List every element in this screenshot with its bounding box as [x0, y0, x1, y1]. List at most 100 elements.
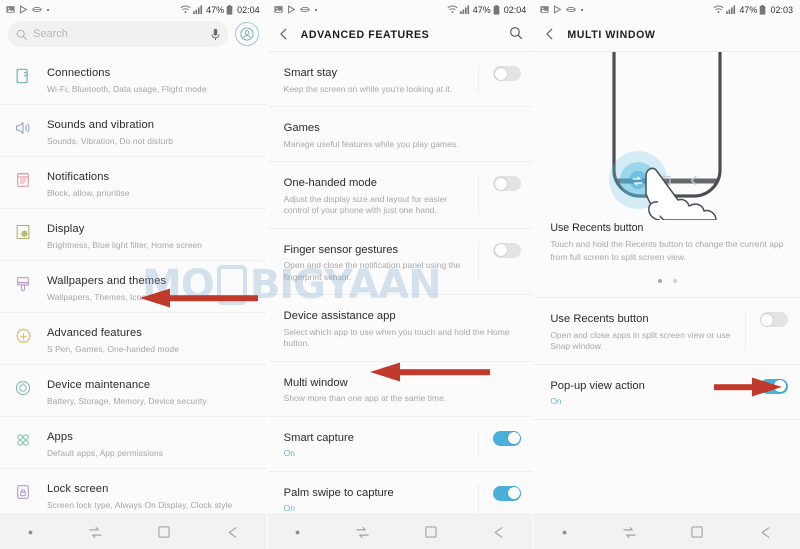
row-description: Manage useful features while you play ga…: [283, 138, 459, 149]
sidebar-item-title: Apps: [47, 431, 73, 443]
back-arrow-icon[interactable]: [225, 525, 240, 540]
sidebar-item-advanced-features[interactable]: Advanced features S Pen, Games, One-hande…: [0, 313, 267, 365]
sidebar-item-notifications[interactable]: Notifications Block, allow, prioritise: [0, 157, 267, 209]
sound-icon: [12, 117, 34, 139]
row-title: Smart capture: [283, 431, 354, 444]
clock-panel1: 02:04: [237, 4, 260, 15]
tip-description: Touch and hold the Recents button to cha…: [550, 239, 784, 262]
row-finger-sensor-gestures[interactable]: Finger sensor gestures Open and close the…: [267, 228, 534, 295]
status-left-icons: [6, 5, 49, 14]
row-state: On: [283, 503, 295, 513]
pager-dot-2[interactable]: [672, 279, 677, 283]
row-title: Games: [283, 122, 320, 134]
panel-multi-window: 47% 02:03 MULTI WINDOW Use Recents butto…: [533, 0, 800, 549]
wifi-icon: [180, 5, 191, 14]
multi-window-list[interactable]: Use Recents button Open and close apps in…: [534, 298, 800, 549]
status-bar-panel1: 47% 02:04: [0, 0, 267, 19]
status-left-icons: [540, 5, 584, 14]
toggle-smart-capture[interactable]: [493, 430, 522, 446]
row-use-recents-button[interactable]: Use Recents button Open and close apps in…: [534, 298, 800, 365]
row-title: One-handed mode: [283, 177, 377, 189]
home-square-icon[interactable]: [424, 525, 438, 539]
home-square-icon[interactable]: [157, 525, 171, 539]
sidebar-item-title: Lock screen: [47, 483, 109, 495]
battery-percent: 47%: [472, 4, 491, 15]
battery-icon: [760, 4, 766, 15]
toggle-smart-stay[interactable]: [493, 66, 522, 81]
toggle-one-handed-mode[interactable]: [493, 176, 522, 191]
battery-icon: [493, 4, 500, 15]
microphone-icon[interactable]: [211, 28, 220, 41]
search-icon[interactable]: [509, 26, 523, 45]
row-description: Adjust the display size and layout for e…: [283, 193, 448, 216]
system-navigation-bar-panel1[interactable]: [0, 514, 267, 549]
row-one-handed-mode[interactable]: One-handed mode Adjust the display size a…: [267, 162, 534, 229]
split-screen-icon[interactable]: [355, 525, 370, 540]
recents-dot-icon[interactable]: [561, 529, 568, 536]
wifi-icon: [447, 5, 458, 14]
sidebar-item-subtitle: S Pen, Games, One-handed mode: [47, 344, 179, 354]
pager-dot-1[interactable]: [657, 279, 662, 283]
sidebar-item-connections[interactable]: Connections Wi-Fi, Bluetooth, Data usage,…: [0, 53, 267, 105]
split-screen-icon[interactable]: [88, 525, 103, 540]
image-icon: [6, 6, 15, 13]
advanced-features-list[interactable]: Smart stay Keep the screen on while you'r…: [267, 52, 534, 549]
play-icon: [19, 5, 28, 14]
system-navigation-bar-panel2[interactable]: [267, 514, 534, 549]
row-smart-capture[interactable]: Smart capture On: [267, 416, 534, 472]
annotation-arrow-popup-view-action: [714, 377, 783, 397]
account-avatar-icon[interactable]: [234, 22, 259, 46]
link-icon: [299, 6, 310, 13]
clock-panel2: 02:04: [503, 4, 527, 15]
toggle-finger-sensor-gestures[interactable]: [493, 242, 522, 258]
sidebar-item-display[interactable]: Display Brightness, Blue light filter, Ho…: [0, 209, 267, 261]
back-arrow-icon[interactable]: [543, 27, 556, 44]
search-placeholder: Search: [33, 28, 68, 40]
row-description: Open and close apps in split screen view…: [550, 329, 731, 352]
status-right-cluster: 47% 02:03: [713, 4, 793, 15]
row-description: Select which app to use when you touch a…: [283, 326, 510, 349]
back-arrow-icon[interactable]: [277, 27, 290, 44]
sidebar-item-title: Advanced features: [47, 327, 142, 339]
recents-dot-icon[interactable]: [27, 529, 34, 536]
sidebar-item-sounds-and-vibration[interactable]: Sounds and vibration Sounds, Vibration, D…: [0, 105, 267, 157]
wifi-icon: [713, 5, 724, 14]
link-icon: [566, 6, 577, 13]
sidebar-item-apps[interactable]: Apps Default apps, App permissions: [0, 417, 267, 469]
system-navigation-bar-panel3[interactable]: [534, 514, 800, 549]
row-games[interactable]: Games Manage useful features while you pl…: [267, 107, 534, 162]
carousel-pager[interactable]: [534, 263, 800, 297]
status-extra-dot: [581, 8, 584, 11]
status-extra-dot: [314, 8, 317, 11]
back-arrow-icon[interactable]: [491, 525, 506, 540]
search-input[interactable]: Search: [8, 21, 228, 47]
advanced-features-icon: [12, 325, 34, 347]
home-square-icon[interactable]: [690, 525, 704, 539]
display-icon: [12, 221, 34, 243]
image-icon: [274, 6, 283, 13]
sidebar-item-title: Notifications: [47, 171, 110, 183]
toggle-palm-swipe-to-capture[interactable]: [493, 485, 522, 501]
row-description: Open and close the notification panel us…: [283, 260, 461, 282]
recents-dot-icon[interactable]: [294, 529, 301, 536]
play-icon: [554, 5, 562, 14]
app-header-multi-window: MULTI WINDOW: [534, 19, 800, 51]
sidebar-item-title: Sounds and vibration: [47, 119, 155, 131]
clock-panel3: 02:03: [770, 4, 793, 15]
lock-icon: [12, 481, 34, 503]
back-arrow-icon[interactable]: [758, 525, 773, 540]
sidebar-item-device-maintenance[interactable]: Device maintenance Battery, Storage, Memo…: [0, 365, 267, 417]
status-bar-panel2: 47% 02:04: [267, 0, 534, 19]
row-title: Finger sensor gestures: [283, 243, 399, 256]
row-divider: [478, 241, 480, 281]
sidebar-item-subtitle: Wi-Fi, Bluetooth, Data usage, Flight mod…: [47, 84, 207, 94]
row-smart-stay[interactable]: Smart stay Keep the screen on while you'r…: [267, 52, 534, 107]
row-title: Device assistance app: [283, 310, 396, 322]
toggle-use-recents-button[interactable]: [759, 312, 788, 327]
annotation-arrow-advanced-features: [140, 288, 258, 308]
split-screen-icon[interactable]: [622, 525, 637, 540]
row-device-assistance-app[interactable]: Device assistance app Select which app to…: [267, 295, 534, 362]
panel-advanced-features: 47% 02:04 ADVANCED FEATURES Smart stay Ke…: [266, 0, 534, 549]
app-header-advanced-features: ADVANCED FEATURES: [267, 19, 534, 51]
search-row: Search: [0, 19, 267, 53]
